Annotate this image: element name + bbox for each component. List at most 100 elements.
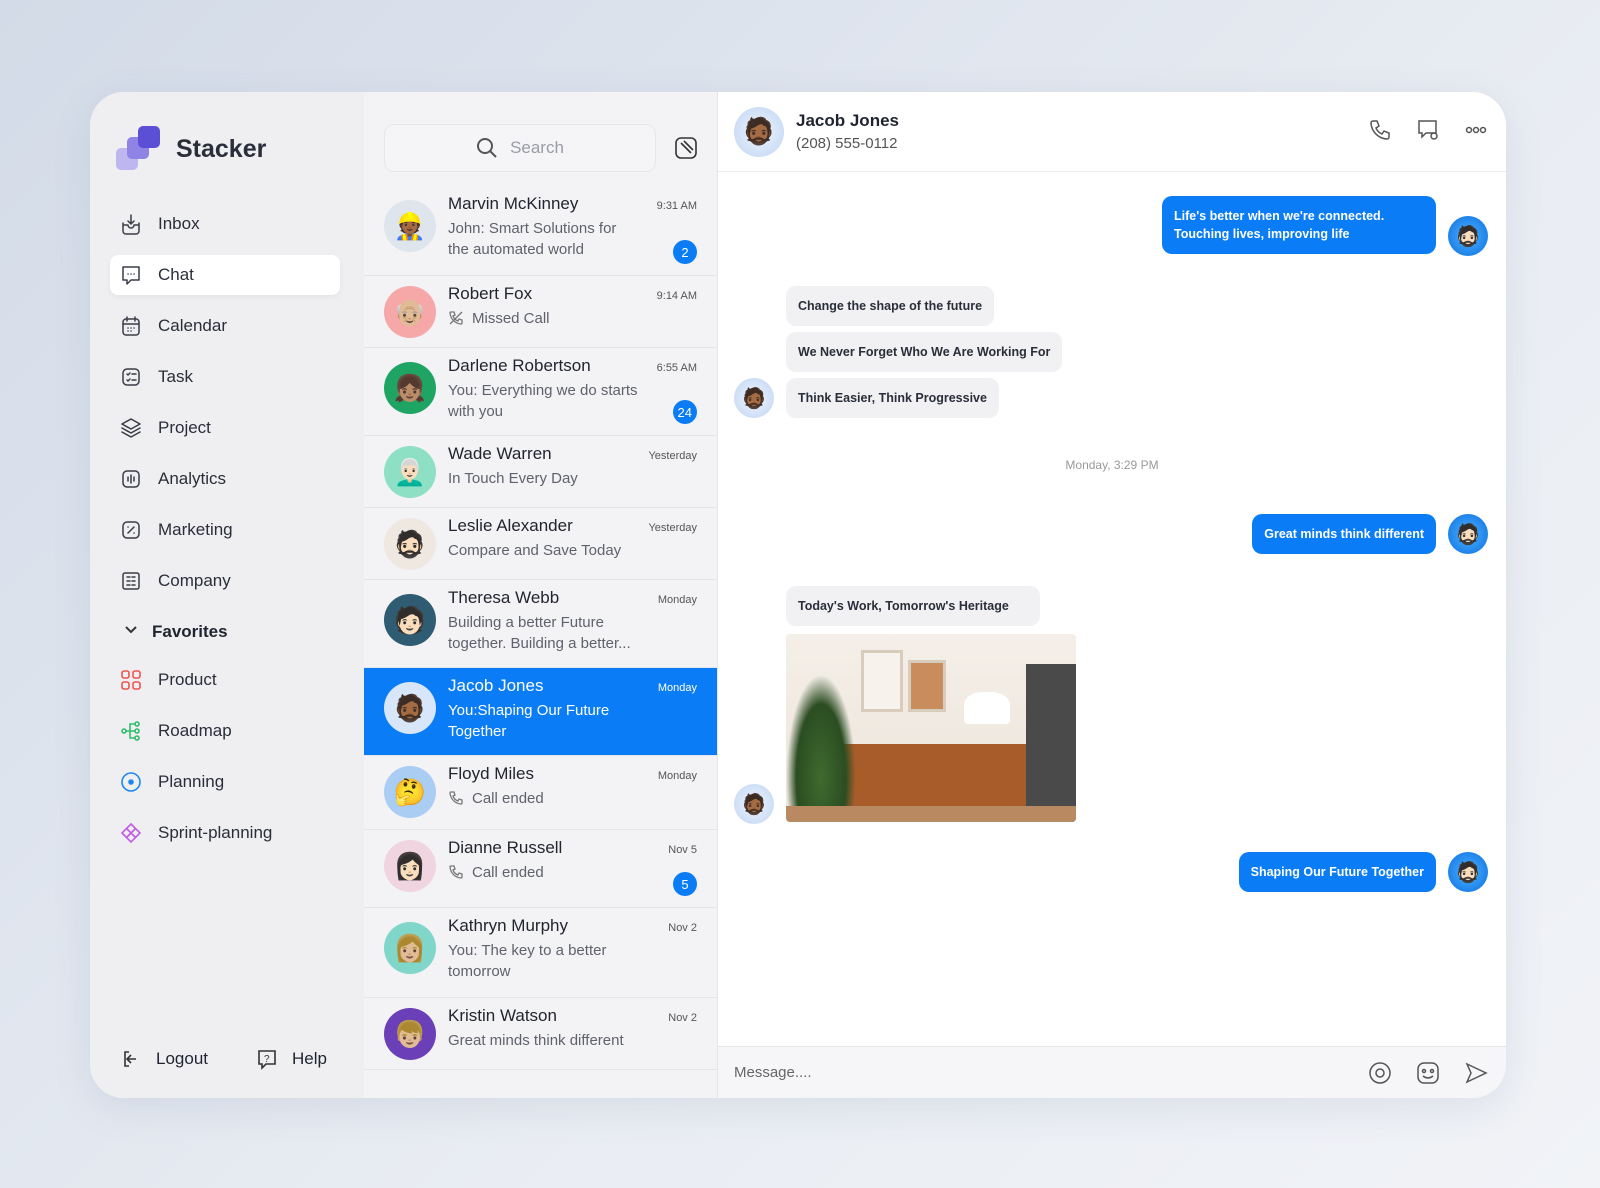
conversation-list: Search 👷🏾 Marvin McKinney John: Smart So… — [364, 92, 718, 1098]
conversation-time: Monday — [657, 594, 697, 606]
message-in: Today's Work, Tomorrow's Heritage — [786, 586, 1040, 626]
favorite-label: Planning — [158, 772, 225, 791]
favorite-product[interactable]: Product — [110, 660, 340, 700]
avatar: 👦🏼 — [384, 1008, 436, 1060]
conversation-item[interactable]: 👧🏽 Darlene Robertson You: Everything we … — [364, 348, 717, 436]
phone-icon[interactable] — [1368, 118, 1392, 142]
roadmap-icon — [120, 720, 142, 742]
mention-icon[interactable] — [1368, 1061, 1392, 1085]
conversation-item[interactable]: 👴🏼 Robert Fox Missed Call 9:14 AM — [364, 276, 717, 348]
message-input[interactable]: Message.... — [718, 1046, 1506, 1098]
favorite-sprint-planning[interactable]: Sprint-planning — [110, 813, 340, 853]
sidebar-item-calendar[interactable]: Calendar — [110, 306, 340, 346]
conversation-item[interactable]: 👩🏻 Dianne Russell Call ended Nov 5 5 — [364, 830, 717, 908]
conversation-item[interactable]: 🤔 Floyd Miles Call ended Monday — [364, 756, 717, 830]
avatar: 🧑🏻 — [384, 594, 436, 646]
new-chat-button[interactable] — [674, 136, 698, 165]
logout-label: Logout — [156, 1049, 208, 1068]
call-ended-icon — [449, 865, 463, 879]
contact-name: Jacob Jones — [796, 111, 899, 130]
conversation-preview: You: Everything we do starts with you — [448, 382, 638, 420]
sidebar: Stacker Inbox Chat Calendar Task Project Anal… — [90, 92, 364, 1098]
conversation-preview: John: Smart Solutions for the automated … — [448, 220, 617, 258]
sidebar-item-label: Inbox — [158, 214, 200, 233]
conversation-item[interactable]: 👦🏼 Kristin Watson Great minds think diff… — [364, 998, 717, 1070]
contact-phone: (208) 555-0112 — [796, 135, 898, 152]
conversation-item[interactable]: 👨🏻‍🦳 Wade Warren In Touch Every Day Yest… — [364, 436, 717, 508]
avatar: 👴🏼 — [384, 286, 436, 338]
help-icon: ? — [256, 1048, 278, 1070]
my-avatar: 🧔🏻 — [1448, 216, 1488, 256]
avatar: 👧🏽 — [384, 362, 436, 414]
message-in: Change the shape of the future — [786, 286, 995, 326]
conversation-time: Yesterday — [648, 450, 697, 462]
sidebar-item-marketing[interactable]: Marketing — [110, 510, 340, 550]
conversation-time: Nov 2 — [668, 1012, 697, 1024]
sidebar-item-analytics[interactable]: Analytics — [110, 459, 340, 499]
sidebar-item-label: Marketing — [158, 520, 233, 539]
sidebar-item-label: Chat — [158, 265, 194, 284]
message-out: Life's better when we're connected. Touc… — [1162, 196, 1436, 254]
search-icon — [477, 138, 497, 158]
conversation-item[interactable]: 👷🏾 Marvin McKinney John: Smart Solutions… — [364, 186, 717, 276]
sidebar-item-task[interactable]: Task — [110, 357, 340, 397]
my-avatar: 🧔🏻 — [1448, 852, 1488, 892]
conversation-time: Nov 2 — [668, 922, 697, 934]
favorites-heading: Favorites — [152, 622, 228, 641]
inbox-icon — [120, 213, 142, 235]
favorites-toggle[interactable]: Favorites — [110, 612, 340, 652]
favorite-label: Roadmap — [158, 721, 232, 740]
favorite-label: Product — [158, 670, 217, 689]
conversation-name: Dianne Russell — [448, 838, 563, 857]
message-placeholder: Message.... — [734, 1064, 812, 1081]
nav: Inbox Chat Calendar Task Project Analytics Mar… — [110, 204, 340, 864]
more-icon[interactable] — [1464, 118, 1488, 142]
conversation-preview: Missed Call — [472, 310, 550, 327]
conversation-time: Monday — [657, 770, 697, 782]
avatar: 🧔🏻 — [384, 518, 436, 570]
chat-header: 🧔🏾 Jacob Jones (208) 555-0112 — [718, 92, 1506, 172]
sidebar-item-chat[interactable]: Chat — [110, 255, 340, 295]
contact-avatar[interactable]: 🧔🏾 — [734, 106, 784, 157]
sidebar-item-label: Project — [158, 418, 211, 437]
shared-photo[interactable] — [786, 634, 1076, 822]
sidebar-item-label: Company — [158, 571, 231, 590]
chat-icon — [120, 264, 142, 286]
logout-button[interactable]: Logout — [120, 1048, 208, 1070]
conversation-name: Kathryn Murphy — [448, 916, 568, 935]
conversation-preview: Compare and Save Today — [448, 542, 622, 559]
avatar: 🧔🏾 — [384, 682, 436, 734]
sidebar-item-inbox[interactable]: Inbox — [110, 204, 340, 244]
conversation-item[interactable]: 🧔🏻 Leslie Alexander Compare and Save Tod… — [364, 508, 717, 580]
missed-call-icon — [449, 311, 463, 325]
emoji-icon[interactable] — [1416, 1061, 1440, 1085]
search-input[interactable]: Search — [384, 124, 656, 172]
timestamp: Monday, 3:29 PM — [1065, 458, 1159, 472]
conversation-preview: You:Shaping Our Future Together — [448, 702, 610, 740]
search-chat-icon[interactable] — [1416, 118, 1440, 142]
sidebar-item-company[interactable]: Company — [110, 561, 340, 601]
help-label: Help — [292, 1049, 327, 1068]
task-icon — [120, 366, 142, 388]
sprint-icon — [120, 822, 142, 844]
contact-avatar-small: 🧔🏾 — [734, 784, 774, 824]
conversation-preview: In Touch Every Day — [448, 470, 578, 487]
analytics-icon — [120, 468, 142, 490]
conversation-item[interactable]: 🧑🏻 Theresa Webb Building a better Future… — [364, 580, 717, 668]
send-icon[interactable] — [1464, 1061, 1488, 1085]
percent-icon — [120, 519, 142, 541]
sidebar-item-label: Calendar — [158, 316, 227, 335]
building-icon — [120, 570, 142, 592]
favorite-roadmap[interactable]: Roadmap — [110, 711, 340, 751]
conversation-item[interactable]: 🧔🏾 Jacob Jones You:Shaping Our Future To… — [364, 668, 717, 756]
conversation-time: 9:31 AM — [656, 200, 697, 212]
call-ended-icon — [449, 791, 463, 805]
sidebar-item-project[interactable]: Project — [110, 408, 340, 448]
message-in: We Never Forget Who We Are Working For — [786, 332, 1063, 372]
conversation-preview: Call ended — [472, 864, 544, 881]
help-button[interactable]: ? Help — [256, 1048, 327, 1070]
avatar: 👩🏼 — [384, 922, 436, 974]
favorite-planning[interactable]: Planning — [110, 762, 340, 802]
conversation-time: Yesterday — [648, 522, 697, 534]
conversation-item[interactable]: 👩🏼 Kathryn Murphy You: The key to a bett… — [364, 908, 717, 998]
